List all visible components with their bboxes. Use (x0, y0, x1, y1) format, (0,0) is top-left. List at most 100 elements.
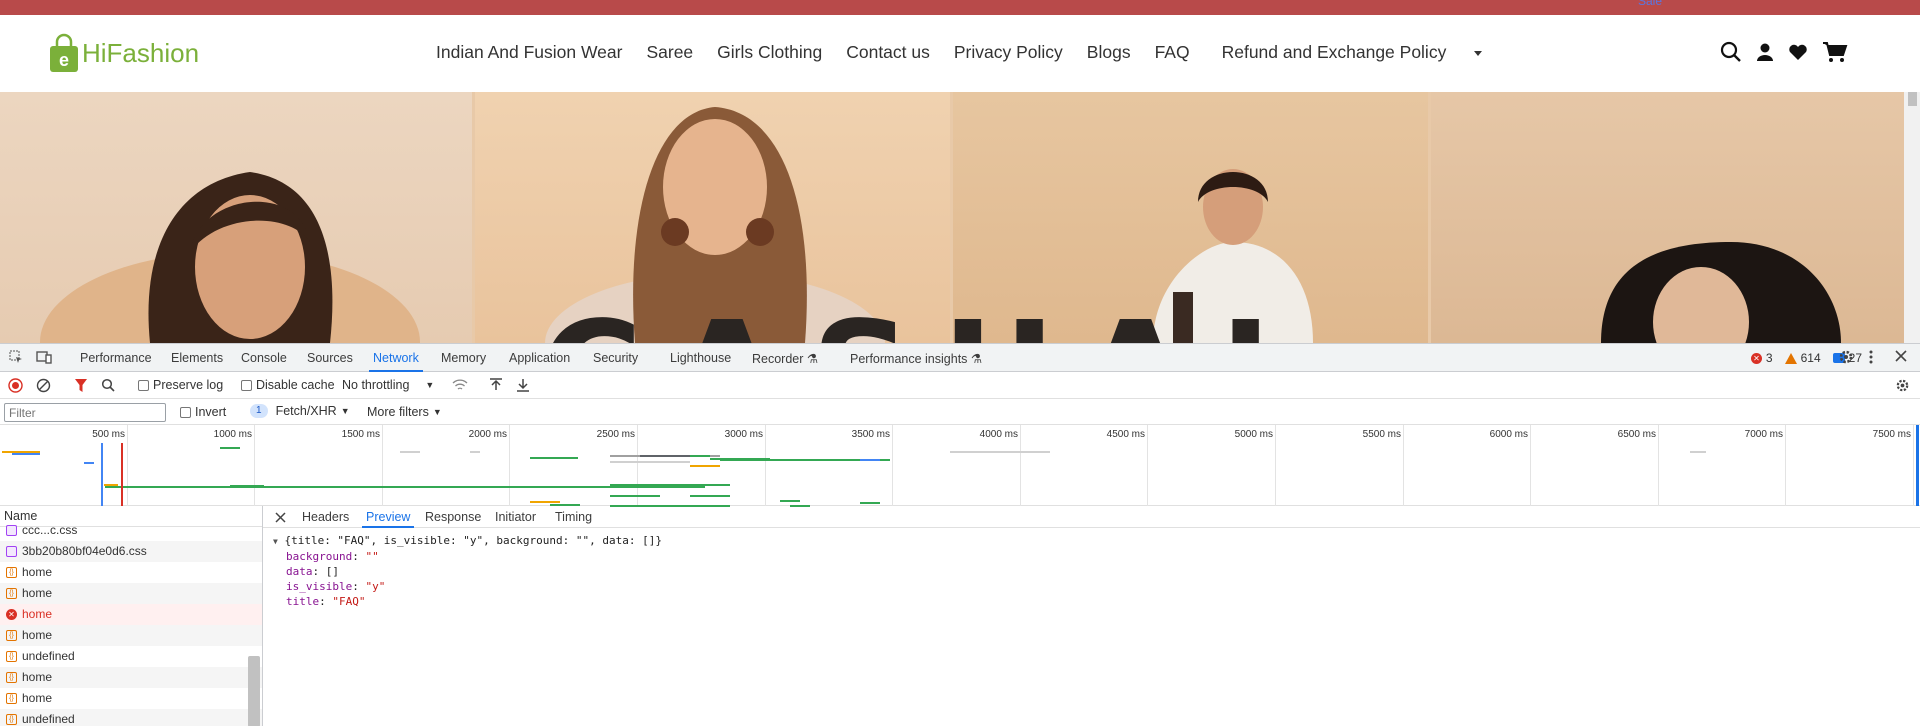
search-icon[interactable] (101, 378, 115, 392)
timeline-gridline (1913, 425, 1914, 506)
resource-type-filter[interactable]: 1 Fetch/XHR ▼ (250, 404, 350, 418)
request-list-scrollbar[interactable] (248, 656, 260, 726)
request-row[interactable]: ccc...c.css (0, 520, 262, 541)
tab-response[interactable]: Response (425, 510, 481, 524)
throttling-select[interactable]: No throttling ▼ (342, 378, 434, 392)
timeline-request-bar (780, 500, 800, 502)
tab-performance-insights-label: Performance insights (850, 352, 968, 366)
filter-funnel-icon[interactable] (74, 378, 88, 393)
timeline-range-handle[interactable] (1916, 425, 1919, 506)
close-detail-icon[interactable] (275, 512, 286, 523)
json-colon: : (352, 580, 366, 593)
settings-gear-icon[interactable] (1838, 349, 1854, 365)
header-icons (1720, 41, 1848, 63)
invert-checkbox[interactable]: Invert (180, 405, 226, 419)
xhr-fetch-icon: {} (6, 672, 17, 683)
timeline-request-bar (230, 485, 264, 487)
stylesheet-file-icon (6, 546, 17, 557)
import-har-icon[interactable] (489, 378, 503, 392)
clear-icon[interactable] (36, 378, 51, 393)
hero-banner[interactable]: CASUAL (0, 92, 1920, 343)
timeline-gridline (1020, 425, 1021, 506)
request-row[interactable]: {} home (0, 562, 262, 583)
tab-recorder[interactable]: Recorder ⚗ (752, 351, 818, 366)
timeline-gridline (892, 425, 893, 506)
site-logo[interactable]: e HiFashion (48, 33, 199, 73)
timeline-tick-label: 2000 ms (468, 429, 507, 440)
tab-timing[interactable]: Timing (555, 510, 592, 524)
timeline-request-bar (690, 495, 730, 497)
hero-model-image-4 (1431, 92, 1920, 343)
nav-faq[interactable]: FAQ (1155, 42, 1190, 63)
nav-indian-fusion-wear[interactable]: Indian And Fusion Wear (436, 42, 622, 63)
request-row[interactable]: {} undefined (0, 646, 262, 667)
request-row[interactable]: ✕ home (0, 604, 262, 625)
network-overview-timeline[interactable]: 500 ms 1000 ms 1500 ms 2000 ms 2500 ms 3000 m… (0, 425, 1920, 507)
topbar-link[interactable]: Sale (1638, 0, 1662, 8)
tab-elements[interactable]: Elements (171, 351, 223, 365)
tab-sources[interactable]: Sources (307, 351, 353, 365)
request-row[interactable]: {} home (0, 625, 262, 646)
network-toolbar: Preserve log Disable cache No throttling… (0, 372, 1920, 399)
more-options-icon[interactable] (1868, 349, 1874, 365)
inspect-element-icon[interactable] (8, 349, 24, 365)
page-scrollbar-thumb[interactable] (1908, 92, 1917, 106)
preserve-log-check[interactable] (138, 379, 149, 391)
timeline-request-bar (12, 453, 40, 455)
timeline-request-bar (220, 447, 240, 449)
json-value: "FAQ" (332, 595, 366, 608)
preserve-log-checkbox[interactable]: Preserve log (138, 378, 223, 392)
tab-security[interactable]: Security (593, 351, 638, 365)
request-row[interactable]: {} home (0, 583, 262, 604)
request-row[interactable]: 3bb20b80bf04e0d6.css (0, 541, 262, 562)
more-filters-dropdown[interactable]: More filters ▼ (367, 405, 442, 419)
tab-application[interactable]: Application (509, 351, 570, 365)
request-name: home (22, 628, 53, 642)
filter-input[interactable] (4, 403, 166, 422)
tab-preview[interactable]: Preview (361, 510, 415, 528)
dropdown-arrow-icon: ▼ (340, 406, 350, 416)
disable-cache-check[interactable] (241, 379, 252, 391)
devtools-tabbar: Performance Elements Console Sources Net… (0, 344, 1920, 372)
xhr-fetch-icon: {} (6, 588, 17, 599)
request-row[interactable]: {} undefined (0, 709, 262, 726)
request-name: home (22, 565, 53, 579)
stylesheet-file-icon (6, 525, 17, 536)
device-toolbar-icon[interactable] (36, 349, 52, 365)
disable-cache-checkbox[interactable]: Disable cache (241, 378, 335, 392)
timeline-gridline (1275, 425, 1276, 506)
invert-check[interactable] (180, 406, 191, 418)
nav-saree[interactable]: Saree (646, 42, 693, 63)
tab-performance[interactable]: Performance (80, 351, 152, 365)
network-conditions-icon[interactable] (452, 378, 468, 392)
export-har-icon[interactable] (516, 378, 530, 392)
nav-privacy-policy[interactable]: Privacy Policy (954, 42, 1063, 63)
nav-contact-us[interactable]: Contact us (846, 42, 930, 63)
cart-icon[interactable] (1822, 41, 1848, 63)
warning-count: 614 (1800, 351, 1821, 365)
nav-girls-clothing[interactable]: Girls Clothing (717, 42, 822, 63)
json-value: [] (325, 565, 339, 578)
tab-lighthouse[interactable]: Lighthouse (670, 351, 731, 365)
user-icon[interactable] (1756, 42, 1774, 62)
close-devtools-icon[interactable] (1894, 349, 1908, 363)
nav-refund-exchange[interactable]: Refund and Exchange Policy (1222, 42, 1483, 63)
dropdown-arrow-icon: ▼ (425, 380, 435, 390)
tab-headers[interactable]: Headers (302, 510, 349, 524)
tab-console[interactable]: Console (241, 351, 287, 365)
page-scrollbar[interactable] (1904, 92, 1920, 343)
network-settings-gear-icon[interactable] (1895, 378, 1910, 393)
dropdown-arrow-icon: ▼ (432, 407, 442, 417)
heart-icon[interactable] (1788, 43, 1808, 61)
json-root-row[interactable]: ▼ {title: "FAQ", is_visible: "y", backgr… (273, 533, 662, 549)
timeline-request-bar (470, 451, 480, 453)
tab-memory[interactable]: Memory (441, 351, 486, 365)
record-stop-icon[interactable] (8, 378, 23, 393)
tab-performance-insights[interactable]: Performance insights ⚗ (850, 351, 982, 366)
request-row[interactable]: {} home (0, 688, 262, 709)
request-row[interactable]: {} home (0, 667, 262, 688)
search-icon[interactable] (1720, 41, 1742, 63)
tab-network[interactable]: Network (369, 351, 423, 372)
tab-initiator[interactable]: Initiator (495, 510, 536, 524)
nav-blogs[interactable]: Blogs (1087, 42, 1131, 63)
